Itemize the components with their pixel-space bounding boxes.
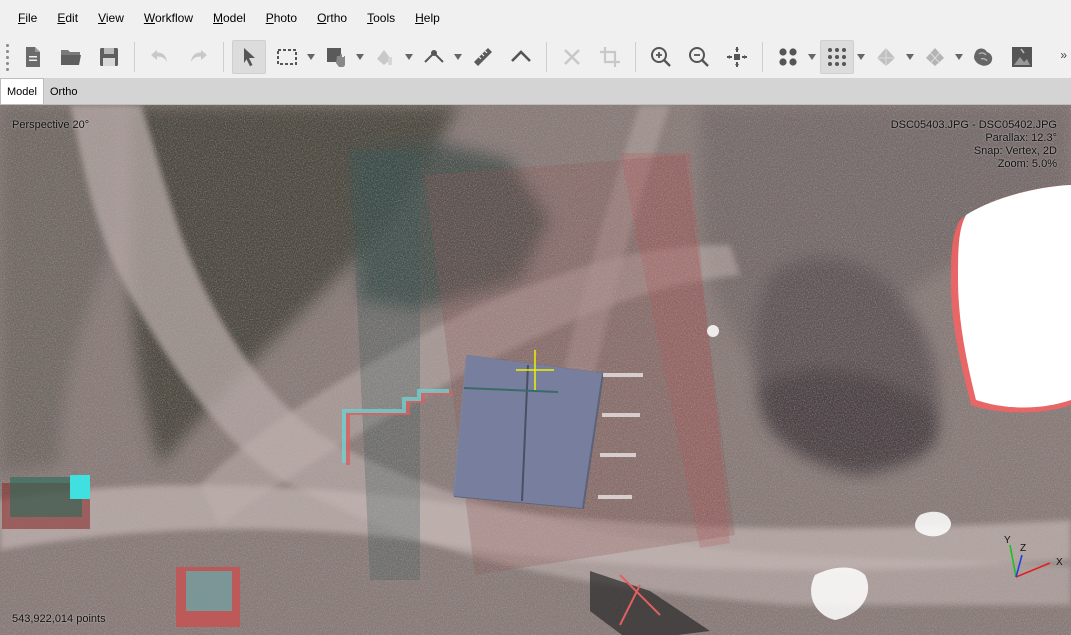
toolbar-separator	[635, 42, 636, 72]
tab-ortho[interactable]: Ortho	[44, 80, 84, 104]
anaglyph-scene	[0, 105, 1071, 635]
axis-gizmo: X Y Z	[1004, 535, 1063, 578]
parallax-label: Parallax: 12.3°	[985, 132, 1057, 144]
chevron-down-icon[interactable]	[355, 40, 364, 74]
line-icon[interactable]	[417, 40, 451, 74]
axis-x-label: X	[1056, 557, 1063, 568]
dem-icon[interactable]	[967, 40, 1001, 74]
menu-tools[interactable]: Tools	[357, 0, 405, 36]
delete-icon[interactable]	[555, 40, 589, 74]
undo-icon[interactable]	[143, 40, 177, 74]
new-icon[interactable]	[16, 40, 50, 74]
ortho-icon[interactable]	[1005, 40, 1039, 74]
redo-icon[interactable]	[181, 40, 215, 74]
save-icon[interactable]	[92, 40, 126, 74]
tiled-model-icon[interactable]	[918, 40, 952, 74]
chevron-down-icon[interactable]	[905, 40, 914, 74]
chevron-down-icon[interactable]	[807, 40, 816, 74]
menu-view[interactable]: View	[88, 0, 134, 36]
toolbar-separator	[762, 42, 763, 72]
shape-icon[interactable]	[504, 40, 538, 74]
model-viewport[interactable]: Perspective 20° DSC05403.JPG - DSC05402.…	[0, 105, 1071, 635]
tab-model[interactable]: Model	[0, 78, 44, 104]
menu-ortho[interactable]: Ortho	[307, 0, 357, 36]
toolbar-separator	[223, 42, 224, 72]
chevron-down-icon[interactable]	[954, 40, 963, 74]
toolbar-grip[interactable]	[4, 42, 10, 72]
zoom-out-icon[interactable]	[682, 40, 716, 74]
paint-icon[interactable]	[368, 40, 402, 74]
chevron-down-icon[interactable]	[856, 40, 865, 74]
dense-cloud-icon[interactable]	[820, 40, 854, 74]
stereo-pair-label: DSC05403.JPG - DSC05402.JPG	[890, 119, 1057, 131]
menu-bar: File Edit View Workflow Model Photo Ortho Tools…	[0, 0, 1071, 36]
chevron-down-icon[interactable]	[306, 40, 315, 74]
menu-help[interactable]: Help	[405, 0, 450, 36]
point-cloud-icon[interactable]	[771, 40, 805, 74]
point-count-label: 543,922,014 points	[12, 613, 106, 625]
menu-file[interactable]: File	[8, 0, 47, 36]
axis-z-label: Z	[1020, 543, 1026, 554]
zoom-label: Zoom: 5.0%	[997, 158, 1057, 170]
menu-workflow[interactable]: Workflow	[134, 0, 203, 36]
zoom-in-icon[interactable]	[644, 40, 678, 74]
crop-icon[interactable]	[593, 40, 627, 74]
snap-label: Snap: Vertex, 2D	[973, 145, 1057, 157]
ruler-icon[interactable]	[466, 40, 500, 74]
chevron-down-icon[interactable]	[404, 40, 413, 74]
view-tabs: Model Ortho	[0, 78, 1071, 105]
menu-edit[interactable]: Edit	[47, 0, 88, 36]
mesh-icon[interactable]	[869, 40, 903, 74]
projection-label: Perspective 20°	[12, 119, 90, 131]
toolbar-separator	[546, 42, 547, 72]
toolbar: »	[0, 36, 1071, 78]
reset-view-icon[interactable]	[720, 40, 754, 74]
menu-photo[interactable]: Photo	[256, 0, 307, 36]
toolbar-overflow-button[interactable]: »	[1060, 48, 1067, 62]
menu-model[interactable]: Model	[203, 0, 256, 36]
axis-y-label: Y	[1004, 535, 1011, 546]
draw-polygon-icon[interactable]	[319, 40, 353, 74]
chevron-down-icon[interactable]	[453, 40, 462, 74]
toolbar-separator	[134, 42, 135, 72]
navigation-icon[interactable]	[232, 40, 266, 74]
viewport-info: DSC05403.JPG - DSC05402.JPG Parallax: 12…	[891, 119, 1057, 171]
rectangle-selection-icon[interactable]	[270, 40, 304, 74]
open-icon[interactable]	[54, 40, 88, 74]
